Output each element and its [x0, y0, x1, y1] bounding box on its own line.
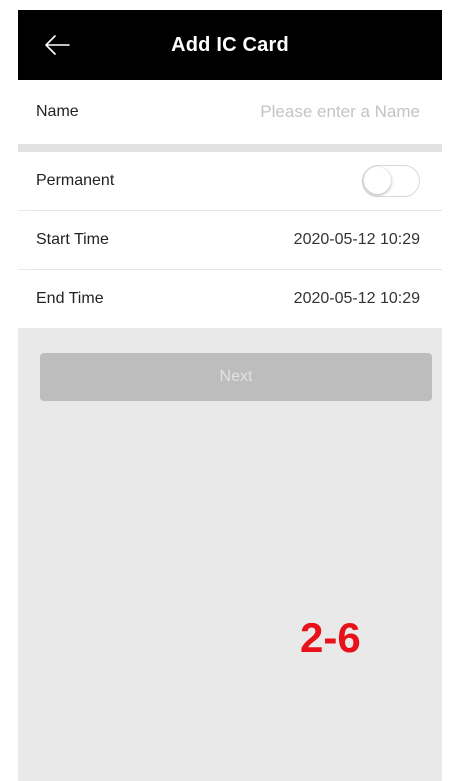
end-time-value: 2020-05-12 10:29: [293, 290, 420, 307]
next-button[interactable]: Next: [40, 353, 432, 401]
start-time-row[interactable]: Start Time 2020-05-12 10:29: [18, 211, 442, 269]
start-time-value: 2020-05-12 10:29: [293, 231, 420, 248]
back-button[interactable]: [40, 28, 74, 62]
arrow-left-icon: [45, 35, 70, 55]
toggle-knob: [364, 167, 391, 194]
permanent-label: Permanent: [36, 172, 115, 189]
permanent-toggle[interactable]: [362, 165, 420, 197]
start-time-label: Start Time: [36, 231, 109, 248]
permanent-row: Permanent: [18, 152, 442, 210]
page-title: Add IC Card: [171, 33, 289, 56]
step-annotation: 2-6: [300, 614, 361, 661]
name-input[interactable]: [190, 102, 420, 122]
section-gap: [18, 144, 442, 152]
end-time-row[interactable]: End Time 2020-05-12 10:29: [18, 270, 442, 328]
app-screen: Add IC Card Name Permanent Start Time 20…: [18, 10, 442, 781]
name-row: Name: [18, 80, 442, 144]
name-label: Name: [36, 103, 79, 120]
top-bar: Add IC Card: [18, 10, 442, 80]
end-time-label: End Time: [36, 290, 104, 307]
